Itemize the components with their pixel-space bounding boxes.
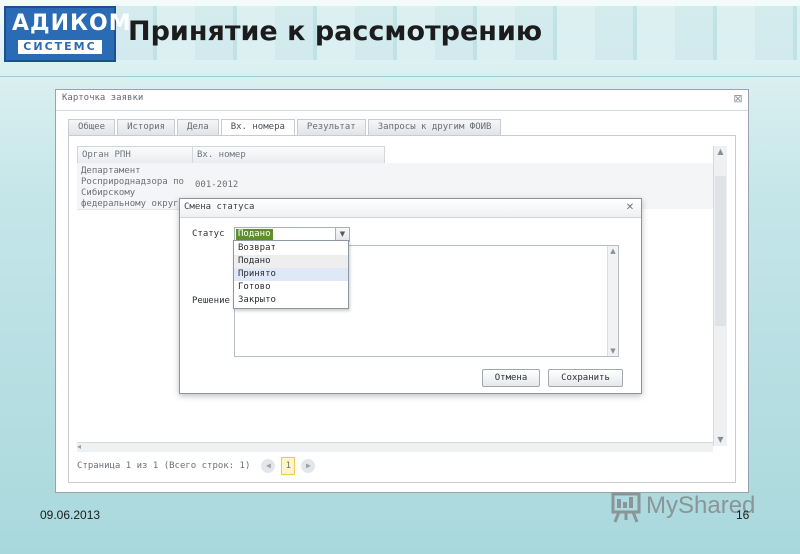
column-header-number[interactable]: Вх. номер xyxy=(193,147,246,163)
status-select-value: Подано xyxy=(236,229,273,240)
slide-title: Принятие к рассмотрению xyxy=(128,16,543,47)
pager: Страница 1 из 1 (Всего строк: 1) ◀ 1 ▶ xyxy=(77,456,318,476)
tab-cases[interactable]: Дела xyxy=(177,119,219,135)
option-submitted[interactable]: Подано xyxy=(234,255,348,268)
next-page-icon[interactable]: ▶ xyxy=(301,459,316,473)
tab-requests-foiv[interactable]: Запросы к другим ФОИВ xyxy=(367,119,502,135)
slide-date: 09.06.2013 xyxy=(40,508,101,522)
slide-header: АДИКОМ СИСТЕМС Принятие к рассмотрению xyxy=(0,0,800,77)
prev-page-icon[interactable]: ◀ xyxy=(261,459,276,473)
logo-text-bottom: СИСТЕМС xyxy=(18,40,102,54)
close-icon[interactable]: ✕ xyxy=(624,202,636,214)
dialog-header: Смена статуса ✕ xyxy=(180,199,641,218)
logo-text-top: АДИКОМ xyxy=(12,11,132,36)
save-button[interactable]: Сохранить xyxy=(548,369,623,387)
tab-result[interactable]: Результат xyxy=(296,119,366,135)
pager-summary: Страница 1 из 1 (Всего строк: 1) xyxy=(77,461,251,471)
scroll-up-icon[interactable]: ▲ xyxy=(714,146,727,158)
grid-header: Орган РПН Вх. номер xyxy=(77,146,385,164)
status-dropdown-list: Возврат Подано Принято Готово Закрыто xyxy=(233,240,349,309)
cancel-button[interactable]: Отмена xyxy=(482,369,540,387)
card-title: Карточка заявки xyxy=(62,93,144,103)
cell-organ: Департамент Росприроднадзора по Сибирско… xyxy=(81,166,184,209)
change-status-dialog: Смена статуса ✕ Статус Подано ▼ Решение … xyxy=(179,198,642,394)
tab-bar: Общее История Дела Вх. номера Результат … xyxy=(68,119,503,135)
slide-page-number: 16 xyxy=(736,508,750,522)
option-accepted[interactable]: Принято xyxy=(234,268,348,281)
tab-history[interactable]: История xyxy=(117,119,176,135)
presentation-board-icon xyxy=(611,492,641,523)
scrollbar-thumb[interactable] xyxy=(715,176,726,326)
option-ready[interactable]: Готово xyxy=(234,281,348,294)
option-closed[interactable]: Закрыто xyxy=(234,294,348,307)
horizontal-scrollbar[interactable]: ◂ xyxy=(77,442,713,452)
status-label: Статус xyxy=(192,229,225,239)
dialog-title: Смена статуса xyxy=(184,202,255,212)
tab-incoming-numbers[interactable]: Вх. номера xyxy=(220,119,295,135)
tab-general[interactable]: Общее xyxy=(68,119,116,135)
company-logo: АДИКОМ СИСТЕМС xyxy=(4,6,132,62)
close-icon[interactable]: ⊠ xyxy=(732,93,744,105)
cell-number: 001-2012 xyxy=(195,180,239,190)
scroll-left-icon[interactable]: ◂ xyxy=(77,442,81,452)
textarea-scrollbar[interactable]: ▲ ▼ xyxy=(607,246,618,356)
vertical-scrollbar[interactable]: ▲ ▼ xyxy=(713,146,727,446)
decision-label: Решение xyxy=(192,296,230,306)
current-page[interactable]: 1 xyxy=(281,457,296,475)
scroll-down-icon[interactable]: ▼ xyxy=(714,434,727,446)
column-header-organ[interactable]: Орган РПН xyxy=(78,147,131,163)
option-return[interactable]: Возврат xyxy=(234,242,348,255)
card-header: Карточка заявки ⊠ xyxy=(56,90,748,111)
scroll-down-icon[interactable]: ▼ xyxy=(608,346,618,356)
scroll-up-icon[interactable]: ▲ xyxy=(608,246,618,256)
